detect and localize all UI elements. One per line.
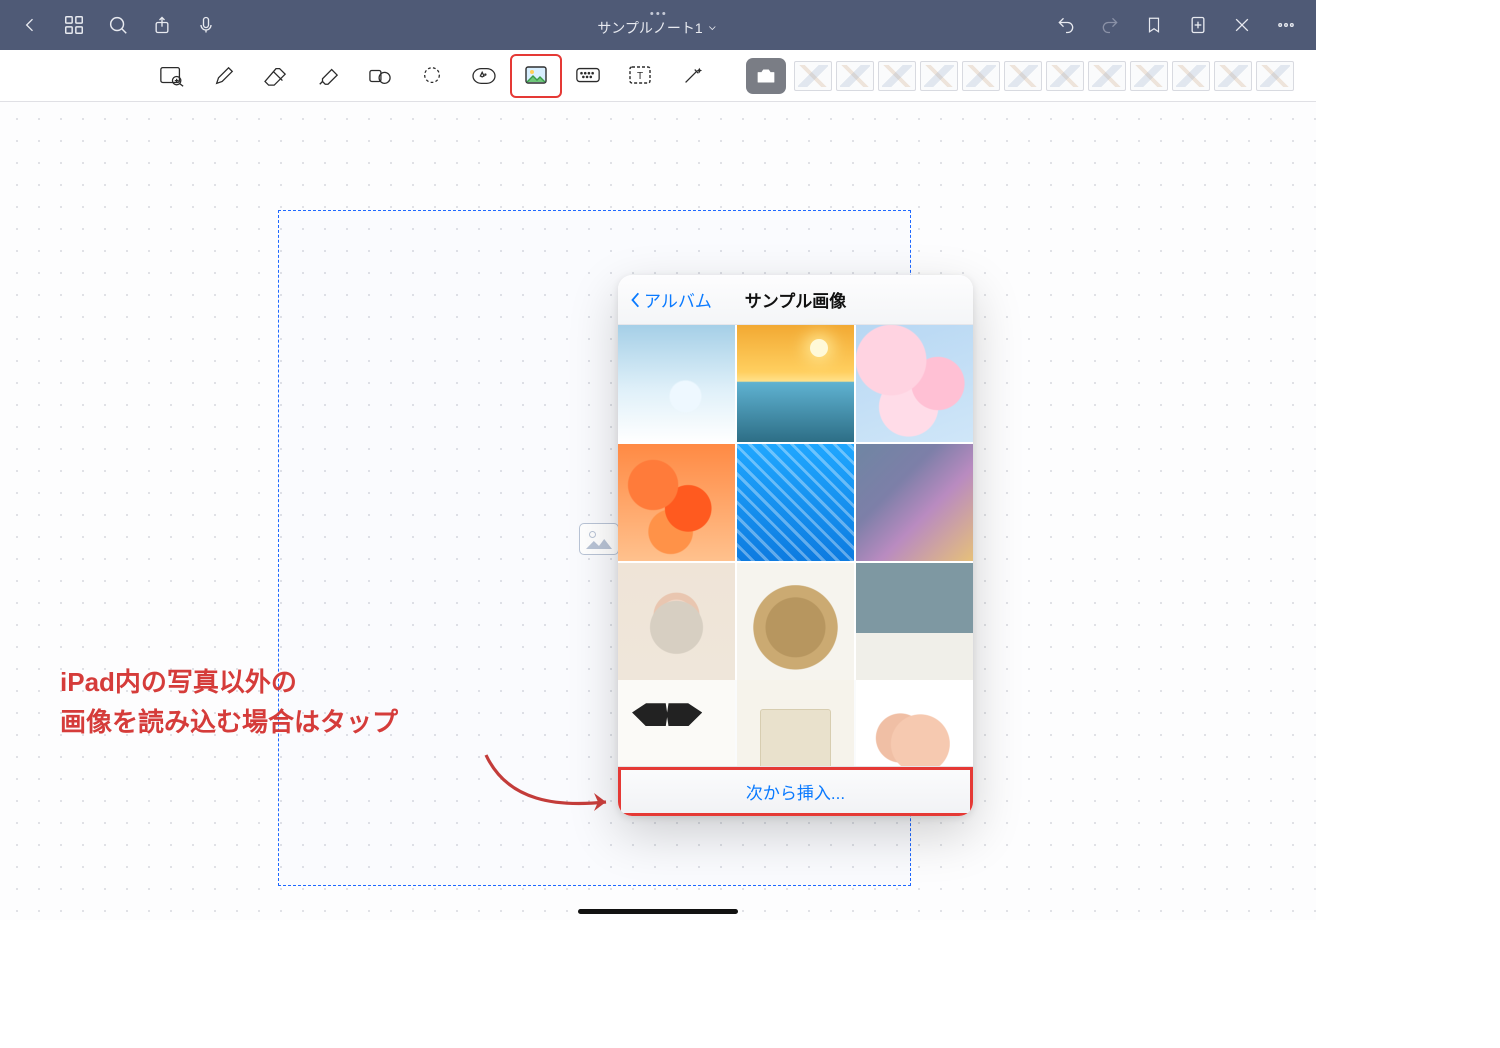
page-thumb[interactable]	[1046, 61, 1084, 91]
page-thumb[interactable]	[1172, 61, 1210, 91]
photo-thumb[interactable]	[618, 680, 735, 766]
add-page-button[interactable]	[1176, 3, 1220, 47]
insert-from-label: 次から挿入...	[746, 779, 845, 804]
photo-thumb[interactable]	[737, 444, 854, 561]
page-thumbnails	[794, 61, 1294, 91]
photo-thumb[interactable]	[856, 563, 973, 680]
page-thumb[interactable]	[962, 61, 1000, 91]
photo-thumb[interactable]	[737, 563, 854, 680]
nav-left-group	[8, 3, 228, 47]
close-button[interactable]	[1220, 3, 1264, 47]
page-thumb[interactable]	[920, 61, 958, 91]
page-thumb[interactable]	[1214, 61, 1252, 91]
page-thumb[interactable]	[1088, 61, 1126, 91]
pen-tool[interactable]	[198, 54, 250, 98]
undo-button[interactable]	[1044, 3, 1088, 47]
photo-grid	[618, 325, 973, 680]
canvas[interactable]: アルバム サンプル画像 次から挿入... iPad内の写真以外の 画像を読み込む…	[0, 102, 1316, 920]
zoom-tool[interactable]	[146, 54, 198, 98]
page-thumb[interactable]	[1130, 61, 1168, 91]
image-placeholder-icon	[579, 523, 619, 555]
magic-tool[interactable]	[666, 54, 718, 98]
photo-thumb[interactable]	[856, 444, 973, 561]
svg-text:T: T	[637, 71, 643, 82]
search-button[interactable]	[96, 3, 140, 47]
photo-thumb[interactable]	[618, 563, 735, 680]
shape-tool[interactable]	[354, 54, 406, 98]
image-tool[interactable]	[510, 54, 562, 98]
photo-grid-partial-row	[618, 680, 973, 766]
popup-back-button[interactable]: アルバム	[628, 287, 712, 312]
camera-button[interactable]	[746, 58, 786, 94]
title-area[interactable]: サンプルノート1	[597, 12, 718, 38]
page-thumb[interactable]	[836, 61, 874, 91]
lasso-tool[interactable]	[406, 54, 458, 98]
popup-back-label: アルバム	[644, 287, 712, 312]
document-title: サンプルノート1	[597, 18, 702, 38]
share-button[interactable]	[140, 3, 184, 47]
popup-title: サンプル画像	[745, 287, 847, 312]
apps-grid-button[interactable]	[52, 3, 96, 47]
annotation-text: iPad内の写真以外の 画像を読み込む場合はタップ	[60, 662, 398, 743]
chevron-down-icon	[707, 22, 719, 34]
photo-thumb[interactable]	[737, 680, 854, 766]
home-indicator	[578, 909, 738, 914]
image-picker-popup: アルバム サンプル画像 次から挿入...	[618, 275, 973, 816]
keyboard-tool[interactable]	[562, 54, 614, 98]
photo-thumb[interactable]	[618, 325, 735, 442]
annotation-line1: iPad内の写真以外の	[60, 662, 398, 702]
highlighter-tool[interactable]	[302, 54, 354, 98]
eraser-tool[interactable]	[250, 54, 302, 98]
popup-header: アルバム サンプル画像	[618, 275, 973, 325]
redo-button[interactable]	[1088, 3, 1132, 47]
photo-thumb[interactable]	[737, 325, 854, 442]
page-thumb[interactable]	[1256, 61, 1294, 91]
page-thumb[interactable]	[1004, 61, 1042, 91]
photo-thumb[interactable]	[856, 680, 973, 766]
page-thumb[interactable]	[878, 61, 916, 91]
tool-group: T	[146, 54, 718, 98]
photo-thumb[interactable]	[856, 325, 973, 442]
drag-handle-icon	[651, 12, 666, 15]
back-button[interactable]	[8, 3, 52, 47]
text-tool[interactable]: T	[614, 54, 666, 98]
bookmark-button[interactable]	[1132, 3, 1176, 47]
insert-from-button[interactable]: 次から挿入...	[618, 766, 973, 816]
navbar: サンプルノート1	[0, 0, 1316, 50]
sticker-tool[interactable]	[458, 54, 510, 98]
nav-right-group	[1044, 3, 1308, 47]
annotation-line2: 画像を読み込む場合はタップ	[60, 702, 398, 742]
toolbar: T	[0, 50, 1316, 102]
mic-button[interactable]	[184, 3, 228, 47]
photo-thumb[interactable]	[618, 444, 735, 561]
more-button[interactable]	[1264, 3, 1308, 47]
page-thumb[interactable]	[794, 61, 832, 91]
